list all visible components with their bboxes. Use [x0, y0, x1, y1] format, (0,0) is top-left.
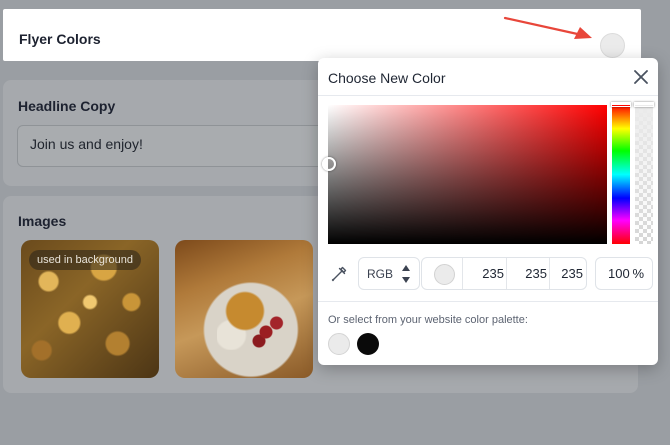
hue-handle[interactable] — [611, 102, 631, 107]
color-controls-row: RGB 235 235 235 100 % — [318, 257, 658, 291]
food-image-dish — [217, 290, 287, 350]
alpha-handle[interactable] — [634, 102, 654, 107]
palette-swatch-light[interactable] — [328, 333, 350, 355]
color-picker-popup: Choose New Color RGB 235 235 235 100 % O… — [318, 58, 658, 365]
headline-card: Headline Copy Join us and enjoy! — [3, 80, 335, 186]
alpha-slider[interactable] — [634, 102, 654, 244]
picker-title: Choose New Color — [328, 70, 446, 86]
flyer-colors-bar: Flyer Colors — [3, 9, 641, 61]
alpha-value: 100 — [608, 266, 630, 281]
hue-slider[interactable] — [611, 102, 631, 244]
picker-header: Choose New Color — [318, 58, 658, 96]
background-image-thumb[interactable]: used in background — [21, 240, 159, 378]
alpha-value-input[interactable]: 100 % — [595, 257, 653, 290]
saturation-area[interactable] — [322, 105, 607, 244]
color-mode-select[interactable]: RGB — [358, 257, 420, 290]
used-in-background-badge: used in background — [29, 250, 142, 270]
green-value-input[interactable]: 235 — [506, 258, 547, 289]
color-preview-dot — [434, 264, 455, 285]
close-icon[interactable] — [632, 68, 650, 86]
eyedropper-icon[interactable] — [330, 265, 348, 283]
rgb-values-box: 235 235 235 — [421, 257, 587, 290]
blue-value-input[interactable]: 235 — [549, 258, 583, 289]
headline-input[interactable]: Join us and enjoy! — [17, 125, 335, 167]
food-image-thumb[interactable] — [175, 240, 313, 378]
current-color-swatch[interactable] — [600, 33, 625, 58]
alpha-unit: % — [632, 266, 644, 281]
flyer-colors-title: Flyer Colors — [19, 31, 101, 47]
palette-label: Or select from your website color palett… — [328, 314, 528, 326]
saturation-handle[interactable] — [322, 157, 336, 171]
images-title: Images — [18, 213, 67, 229]
headline-title: Headline Copy — [18, 98, 116, 114]
palette-swatch-black[interactable] — [357, 333, 379, 355]
color-mode-label: RGB — [367, 267, 394, 281]
picker-divider — [318, 301, 658, 302]
mode-toggle-icon — [402, 265, 410, 283]
red-value-input[interactable]: 235 — [462, 258, 504, 289]
